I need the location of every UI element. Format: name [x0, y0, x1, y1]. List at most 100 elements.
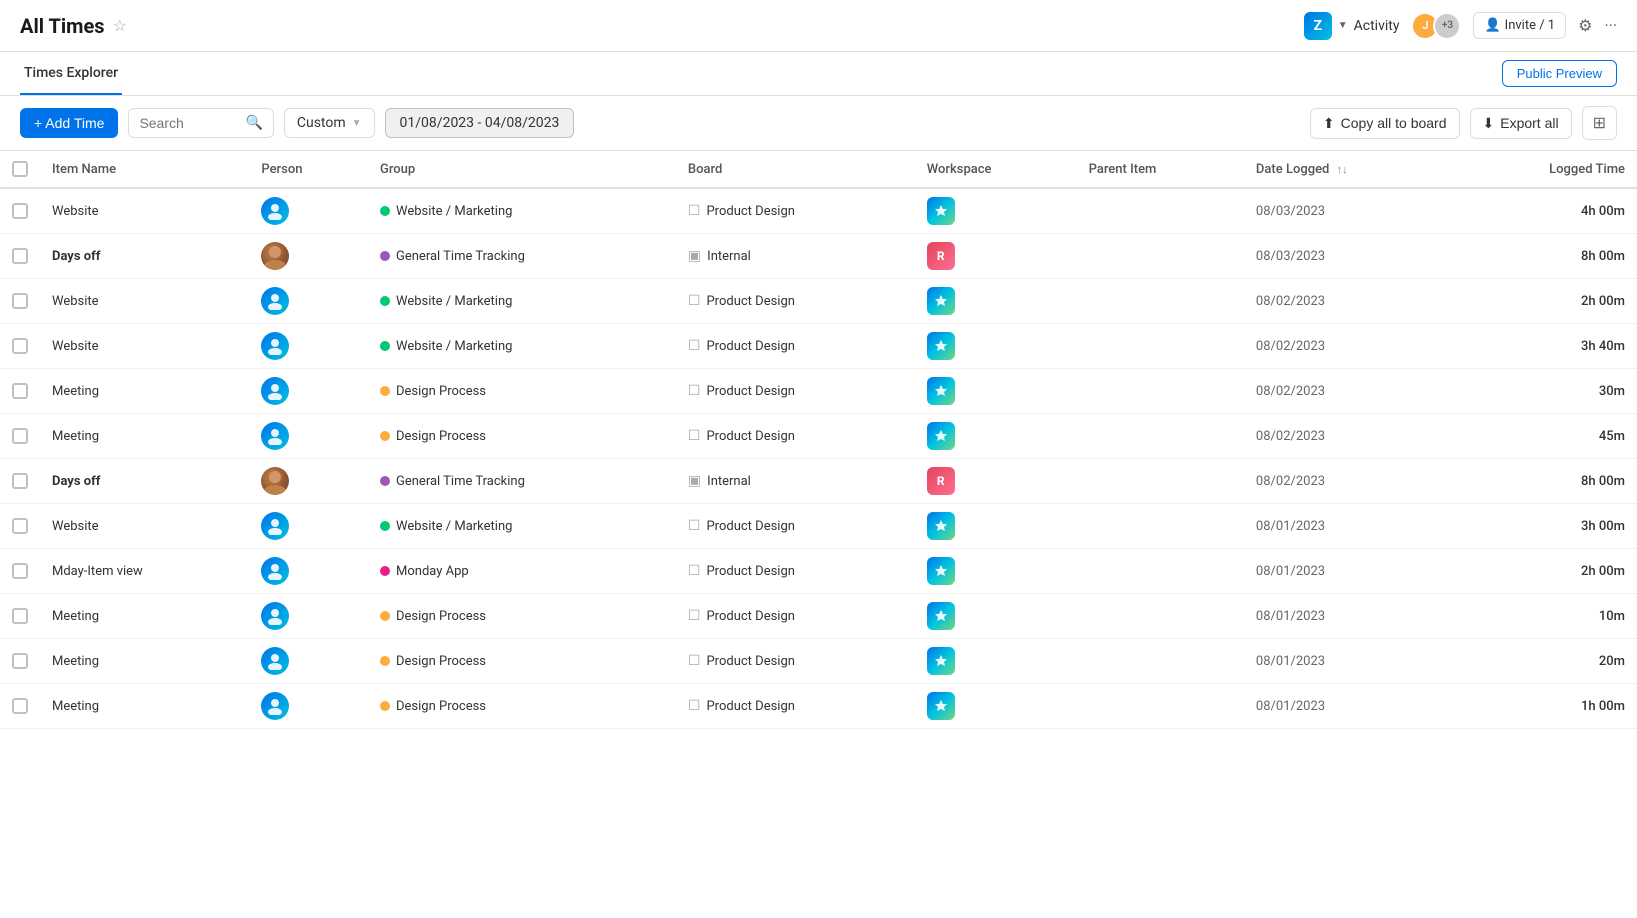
row-checkbox[interactable]: [12, 518, 28, 534]
parent-item-cell: [1077, 639, 1244, 684]
board-cell: ☐Product Design: [676, 188, 915, 234]
chevron-down-icon: ▼: [352, 118, 362, 129]
logged-time-cell: 3h 40m: [1455, 324, 1637, 369]
toolbar: + Add Time 🔍 Custom ▼ 01/08/2023 - 04/08…: [0, 96, 1637, 151]
more-options-icon[interactable]: ···: [1604, 16, 1617, 35]
workspace-icon: [927, 287, 955, 315]
board-cell: ▣Internal: [676, 459, 915, 504]
item-name-cell: Website: [40, 324, 249, 369]
person-cell: [249, 549, 368, 594]
column-header-item-name: Item Name: [40, 151, 249, 188]
group-name: Design Process: [396, 384, 486, 399]
workspace-cell: [915, 188, 1077, 234]
item-name: Days off: [52, 249, 100, 264]
group-name: Website / Marketing: [396, 294, 512, 309]
item-name: Website: [52, 294, 99, 309]
logged-time-cell: 2h 00m: [1455, 549, 1637, 594]
times-explorer-tab[interactable]: Times Explorer: [20, 53, 122, 95]
row-checkbox[interactable]: [12, 203, 28, 219]
avatar: [261, 197, 289, 225]
row-checkbox-cell: [0, 504, 40, 549]
row-checkbox[interactable]: [12, 653, 28, 669]
board-icon: ☐: [688, 338, 701, 354]
date-logged-cell: 08/02/2023: [1244, 369, 1455, 414]
board-icon: ☐: [688, 383, 701, 399]
row-checkbox[interactable]: [12, 293, 28, 309]
avatar: [261, 602, 289, 630]
column-header-date-logged[interactable]: Date Logged ↑↓: [1244, 151, 1455, 188]
date-logged-cell: 08/01/2023: [1244, 639, 1455, 684]
add-time-button[interactable]: + Add Time: [20, 108, 118, 138]
board-icon: ☐: [688, 653, 701, 669]
favorite-icon[interactable]: ☆: [113, 16, 127, 35]
board-icon: ☐: [688, 428, 701, 444]
search-input[interactable]: [139, 115, 239, 131]
logged-time-cell: 8h 00m: [1455, 459, 1637, 504]
row-checkbox-cell: [0, 279, 40, 324]
item-name: Website: [52, 204, 99, 219]
board-name: Product Design: [706, 294, 794, 309]
avatar-group: J +3: [1411, 12, 1461, 40]
toolbar-right: ⬆ Copy all to board ⬇ Export all ⊞: [1310, 106, 1617, 140]
row-checkbox[interactable]: [12, 383, 28, 399]
group-dot: [380, 476, 390, 486]
activity-button[interactable]: Z ▼ Activity: [1304, 12, 1400, 40]
row-checkbox[interactable]: [12, 248, 28, 264]
row-checkbox[interactable]: [12, 608, 28, 624]
export-all-button[interactable]: ⬇ Export all: [1470, 108, 1572, 139]
item-name-cell: Website: [40, 188, 249, 234]
row-checkbox-cell: [0, 234, 40, 279]
person-cell: [249, 504, 368, 549]
group-cell: Design Process: [368, 594, 676, 639]
group-name: General Time Tracking: [396, 474, 525, 489]
table-row: Website Website / Marketing☐Product Desi…: [0, 188, 1637, 234]
search-box[interactable]: 🔍: [128, 108, 273, 138]
row-checkbox[interactable]: [12, 428, 28, 444]
board-name: Product Design: [706, 204, 794, 219]
custom-dropdown[interactable]: Custom ▼: [284, 108, 375, 138]
row-checkbox[interactable]: [12, 698, 28, 714]
table-row: Meeting Design Process☐Product Design 08…: [0, 594, 1637, 639]
invite-label: Invite / 1: [1505, 18, 1555, 33]
date-range-button[interactable]: 01/08/2023 - 04/08/2023: [385, 108, 575, 138]
avatar: [261, 377, 289, 405]
column-header-group: Group: [368, 151, 676, 188]
person-cell: [249, 639, 368, 684]
workspace-cell: R: [915, 234, 1077, 279]
board-cell: ▣Internal: [676, 234, 915, 279]
row-checkbox[interactable]: [12, 473, 28, 489]
item-name-cell: Website: [40, 504, 249, 549]
select-all-checkbox[interactable]: [12, 161, 28, 177]
item-name: Meeting: [52, 699, 99, 714]
logged-time-cell: 8h 00m: [1455, 234, 1637, 279]
header-right: Z ▼ Activity J +3 👤 Invite / 1 ⚙ ···: [1304, 12, 1617, 40]
copy-all-to-board-button[interactable]: ⬆ Copy all to board: [1310, 108, 1460, 139]
public-preview-button[interactable]: Public Preview: [1502, 60, 1617, 87]
table-row: Meeting Design Process☐Product Design 08…: [0, 684, 1637, 729]
time-entries-table: Item Name Person Group Board Workspace P…: [0, 151, 1637, 729]
item-name: Website: [52, 519, 99, 534]
row-checkbox[interactable]: [12, 338, 28, 354]
row-checkbox-cell: [0, 324, 40, 369]
table-row: Meeting Design Process☐Product Design 08…: [0, 414, 1637, 459]
parent-item-cell: [1077, 684, 1244, 729]
row-checkbox-cell: [0, 594, 40, 639]
invite-button[interactable]: 👤 Invite / 1: [1473, 12, 1566, 39]
avatar: [261, 557, 289, 585]
board-cell: ☐Product Design: [676, 594, 915, 639]
table-row: Website Website / Marketing☐Product Desi…: [0, 324, 1637, 369]
search-icon: 🔍: [245, 115, 262, 131]
board-icon: ☐: [688, 563, 701, 579]
download-icon: ⬇: [1483, 115, 1495, 132]
table-row: Meeting Design Process☐Product Design 08…: [0, 369, 1637, 414]
row-checkbox[interactable]: [12, 563, 28, 579]
item-name-cell: Mday-Item view: [40, 549, 249, 594]
date-logged-cell: 08/01/2023: [1244, 504, 1455, 549]
settings-icon[interactable]: ⚙: [1578, 16, 1592, 35]
group-cell: Design Process: [368, 684, 676, 729]
logged-time-cell: 30m: [1455, 369, 1637, 414]
table-row: Days off General Time Tracking▣InternalR…: [0, 459, 1637, 504]
item-name: Meeting: [52, 654, 99, 669]
table-settings-button[interactable]: ⊞: [1582, 106, 1617, 140]
select-all-checkbox-header[interactable]: [0, 151, 40, 188]
